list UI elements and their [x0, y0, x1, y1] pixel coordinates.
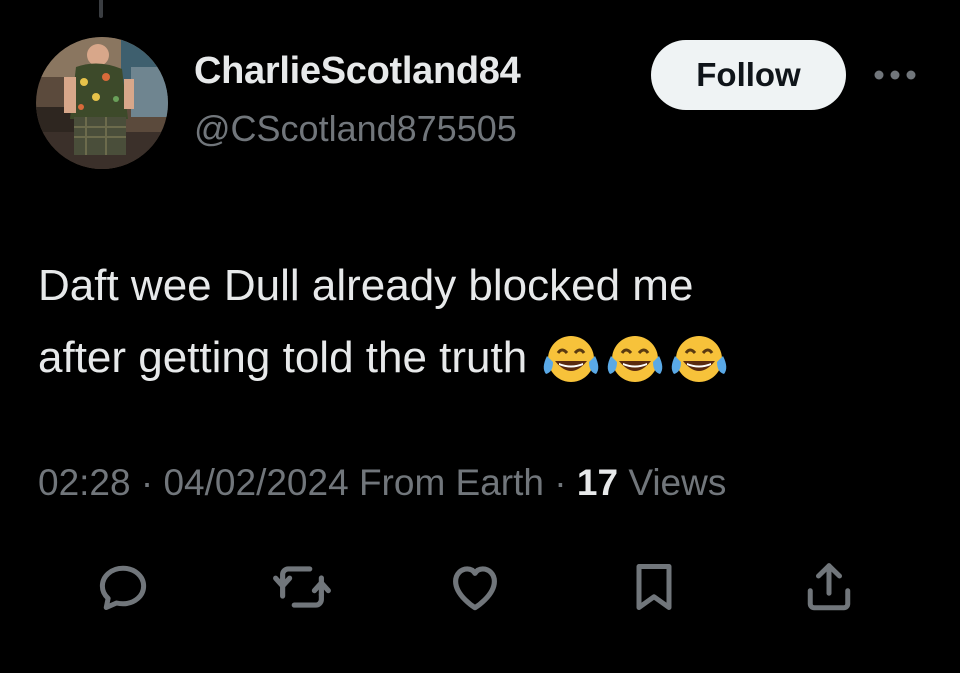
share-icon	[807, 563, 851, 611]
tweet-text-line-2: after getting told the truth	[38, 322, 918, 394]
follow-button[interactable]: Follow	[651, 40, 846, 110]
tweet-time[interactable]: 02:28	[38, 462, 131, 503]
tweet-actions-bar	[0, 555, 960, 619]
author-handle[interactable]: @CScotland875505	[194, 108, 517, 150]
share-button[interactable]	[797, 555, 861, 619]
bookmark-button[interactable]	[622, 555, 686, 619]
more-options-button[interactable]	[870, 58, 920, 92]
tears-of-joy-emoji	[671, 336, 727, 382]
avatar-photo	[36, 37, 168, 169]
retweet-icon	[273, 566, 331, 608]
emoji-group	[541, 334, 729, 384]
meta-separator: ·	[140, 462, 154, 503]
reply-icon	[99, 565, 147, 610]
tweet-text-line-2-text: after getting told the truth	[38, 333, 528, 382]
bookmark-icon	[636, 564, 672, 610]
tweet-text: Daft wee Dull already blocked me after g…	[38, 250, 918, 394]
author-display-name[interactable]: CharlieScotland84	[194, 50, 521, 93]
thread-connector-line	[99, 0, 103, 18]
like-button[interactable]	[443, 555, 507, 619]
more-icon	[874, 70, 916, 80]
tweet-location: From Earth	[358, 462, 544, 503]
tweet-date[interactable]: 04/02/2024	[163, 462, 348, 503]
avatar[interactable]	[36, 37, 168, 169]
views-count[interactable]: 17	[577, 462, 618, 503]
like-icon	[453, 566, 497, 611]
tweet-metadata: 02:28 · 04/02/2024 From Earth · 17 Views	[38, 462, 726, 504]
reply-button[interactable]	[91, 555, 155, 619]
tears-of-joy-emoji	[543, 336, 599, 382]
views-label[interactable]: Views	[628, 462, 726, 503]
tweet-text-line-1: Daft wee Dull already blocked me	[38, 261, 694, 310]
retweet-button[interactable]	[270, 555, 334, 619]
tears-of-joy-emoji	[607, 336, 663, 382]
meta-separator: ·	[554, 462, 567, 503]
